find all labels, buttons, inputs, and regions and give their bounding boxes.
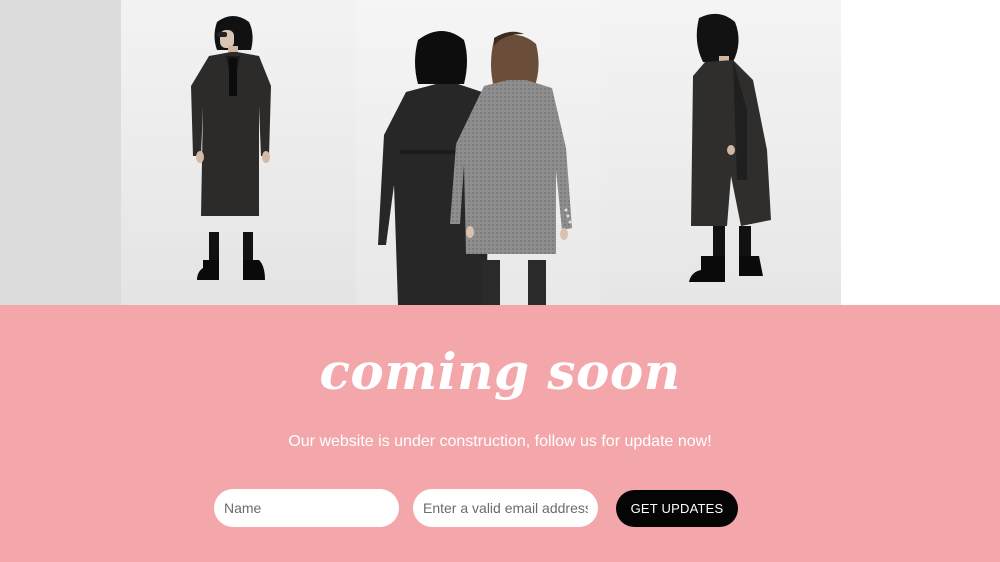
two-models-illustration: [356, 0, 601, 305]
gallery-left-filler: [0, 0, 121, 305]
gallery-right-filler: [841, 0, 1000, 305]
model-side-illustration: [601, 0, 841, 305]
gallery-photo-front-view: [121, 0, 356, 305]
page-title: coming soon: [319, 342, 681, 401]
get-updates-button[interactable]: GET UPDATES: [616, 490, 738, 527]
construction-message: Our website is under construction, follo…: [288, 433, 712, 450]
name-input[interactable]: [214, 489, 399, 527]
landing-page: coming soon Our website is under constru…: [0, 0, 1000, 562]
gallery-photo-side-view: [601, 0, 841, 305]
email-input[interactable]: [413, 489, 598, 527]
model-front-illustration: [121, 0, 356, 305]
coming-soon-section: coming soon Our website is under constru…: [0, 305, 1000, 562]
updates-signup-form: GET UPDATES: [0, 489, 1000, 529]
photo-gallery: [0, 0, 1000, 305]
gallery-photo-back-view: [356, 0, 601, 305]
